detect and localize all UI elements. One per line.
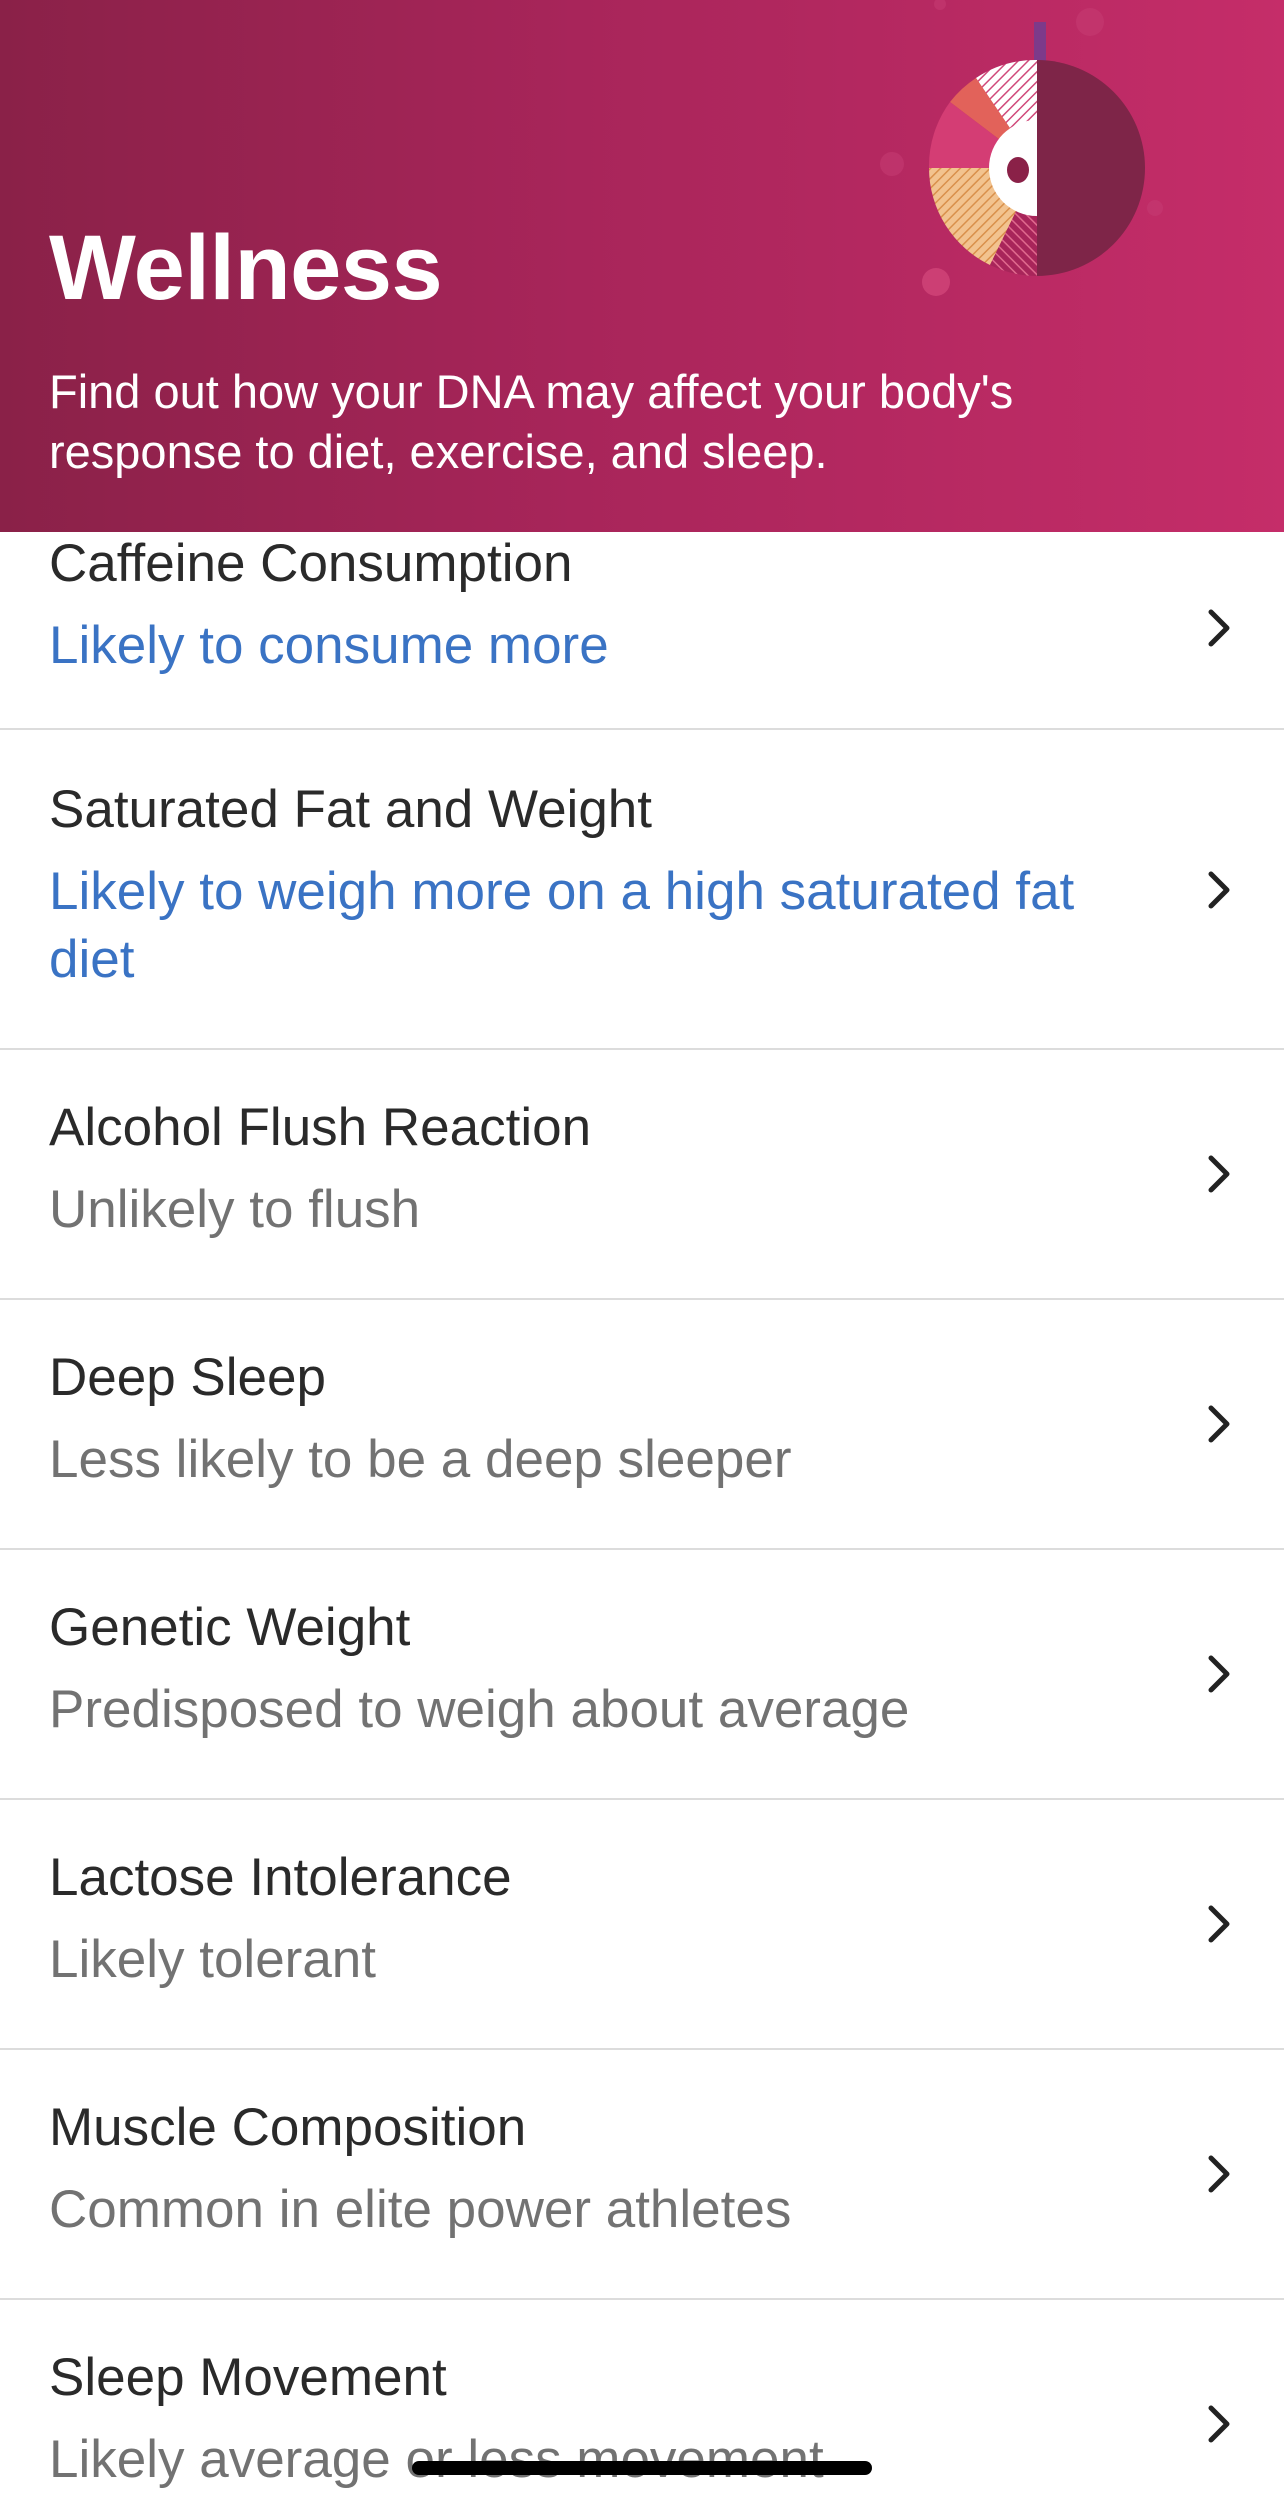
wellness-illustration [880, 0, 1163, 296]
chevron-right-icon [1208, 2155, 1230, 2193]
report-title: Genetic Weight [49, 1598, 411, 1657]
chevron-right-icon [1208, 1655, 1230, 1693]
report-title: Muscle Composition [49, 2098, 527, 2157]
report-row-caffeine-consumption[interactable]: Caffeine Consumption Likely to consume m… [0, 532, 1284, 730]
report-row-saturated-fat-and-weight[interactable]: Saturated Fat and Weight Likely to weigh… [0, 730, 1284, 1050]
report-result: Less likely to be a deep sleeper [49, 1430, 792, 1489]
report-result: Unlikely to flush [49, 1180, 421, 1239]
report-result: Likely tolerant [49, 1930, 377, 1989]
wellness-screen: Wellness Find out how your DNA may affec… [0, 0, 1284, 2503]
report-title: Alcohol Flush Reaction [49, 1098, 592, 1157]
report-title: Deep Sleep [49, 1348, 326, 1407]
wellness-header: Wellness Find out how your DNA may affec… [0, 0, 1284, 532]
report-title: Sleep Movement [49, 2348, 447, 2407]
report-result: Likely average or less movement [49, 2430, 824, 2489]
report-result: Likely to consume more [49, 616, 609, 675]
home-indicator[interactable] [412, 2461, 872, 2475]
chevron-right-icon [1208, 609, 1230, 647]
report-title: Lactose Intolerance [49, 1848, 512, 1907]
report-result: Predisposed to weigh about average [49, 1680, 910, 1739]
report-result: Common in elite power athletes [49, 2180, 792, 2239]
report-result: Likely to weigh more on a high saturated… [49, 862, 1075, 989]
chevron-right-icon [1208, 871, 1230, 909]
page-subtitle: Find out how your DNA may affect your bo… [49, 365, 1014, 478]
page-title: Wellness [49, 217, 443, 319]
report-row-genetic-weight[interactable]: Genetic Weight Predisposed to weigh abou… [0, 1550, 1284, 1800]
chevron-right-icon [1208, 1905, 1230, 1943]
chevron-right-icon [1208, 1155, 1230, 1193]
report-row-deep-sleep[interactable]: Deep Sleep Less likely to be a deep slee… [0, 1300, 1284, 1550]
chevron-right-icon [1208, 1405, 1230, 1443]
report-row-lactose-intolerance[interactable]: Lactose Intolerance Likely tolerant [0, 1800, 1284, 2050]
wellness-report-list: Caffeine Consumption Likely to consume m… [0, 532, 1284, 2503]
report-row-muscle-composition[interactable]: Muscle Composition Common in elite power… [0, 2050, 1284, 2300]
chevron-right-icon [1208, 2405, 1230, 2443]
report-row-alcohol-flush-reaction[interactable]: Alcohol Flush Reaction Unlikely to flush [0, 1050, 1284, 1300]
report-title: Caffeine Consumption [49, 534, 573, 593]
report-title: Saturated Fat and Weight [49, 780, 653, 839]
